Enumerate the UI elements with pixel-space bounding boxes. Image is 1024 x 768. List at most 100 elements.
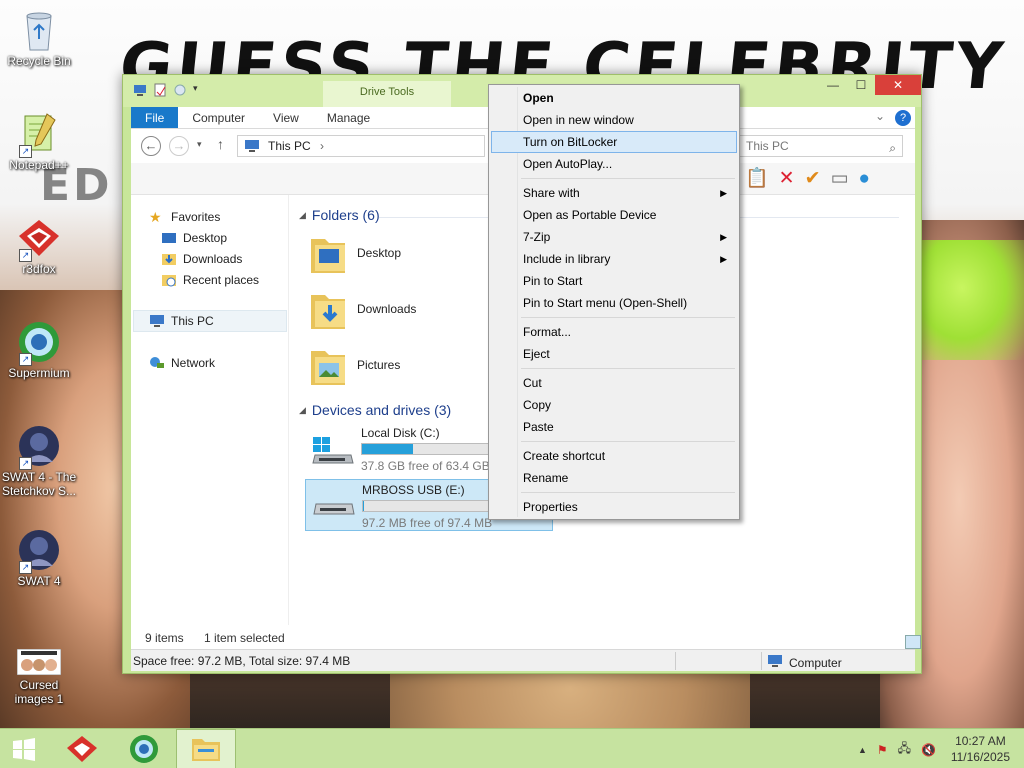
maximize-button[interactable]: ☐ <box>847 75 875 95</box>
star-icon: ★ <box>149 209 162 225</box>
menu-item-properties[interactable]: Properties <box>491 496 737 518</box>
search-placeholder: This PC <box>746 139 789 153</box>
desktop-icon-label: Notepad++ <box>9 158 69 172</box>
menu-item-eject[interactable]: Eject <box>491 343 737 365</box>
properties-icon[interactable] <box>153 83 167 97</box>
nav-this-pc[interactable]: This PC <box>149 311 214 331</box>
menu-item-pin-to-start[interactable]: Pin to Start <box>491 270 737 292</box>
menu-item-label: Include in library <box>523 252 611 266</box>
system-tray: ▲ ⚑ 🖧 🔇 <box>858 739 936 760</box>
drive-name: Local Disk (C:) <box>361 426 440 440</box>
menu-item-7zip[interactable]: 7-Zip ▶ <box>491 226 737 248</box>
menu-item-turn-on-bitlocker[interactable]: Turn on BitLocker <box>491 131 737 153</box>
minimize-button[interactable]: — <box>819 75 847 95</box>
volume-muted-icon[interactable]: 🔇 <box>921 743 936 757</box>
group-title: Folders (6) <box>311 207 380 223</box>
nav-desktop[interactable]: Desktop <box>161 228 227 248</box>
expand-ribbon-chevron-icon[interactable]: ⌄ <box>875 109 885 123</box>
search-input[interactable]: This PC ⌕ <box>739 135 903 157</box>
swat4-icon: ↗ <box>17 528 61 574</box>
shortcut-arrow-icon: ↗ <box>19 249 32 262</box>
ie-globe-icon[interactable]: ● <box>858 169 869 189</box>
back-button[interactable]: ← <box>141 136 161 156</box>
up-arrow-icon[interactable]: ↑ <box>217 136 224 152</box>
tab-manage[interactable]: Manage <box>313 107 384 128</box>
close-button[interactable]: ✕ <box>875 75 921 95</box>
desktop-icon-cursed-images[interactable]: Cursed images 1 <box>0 648 78 706</box>
file-explorer-taskbar-button[interactable] <box>176 729 236 768</box>
tab-computer[interactable]: Computer <box>178 107 259 128</box>
desktop-icon-swat4[interactable]: ↗ SWAT 4 <box>0 528 78 588</box>
r3dfox-taskbar-button[interactable] <box>52 729 112 768</box>
new-folder-icon[interactable] <box>173 83 187 97</box>
address-box[interactable]: This PC › <box>237 135 485 157</box>
menu-item-open-portable-device[interactable]: Open as Portable Device <box>491 204 737 226</box>
checkmark-icon[interactable]: ✔ <box>805 169 821 189</box>
desktop-icon-supermium[interactable]: ↗ Supermium <box>0 320 78 380</box>
context-menu: Open Open in new window Turn on BitLocke… <box>488 84 740 520</box>
menu-separator <box>521 492 735 493</box>
folders-group-header[interactable]: ◢ Folders (6) <box>299 207 380 223</box>
menu-item-copy[interactable]: Copy <box>491 394 737 416</box>
menu-item-cut[interactable]: Cut <box>491 372 737 394</box>
menu-item-rename[interactable]: Rename <box>491 467 737 489</box>
menu-item-pin-to-start-open-shell[interactable]: Pin to Start menu (Open-Shell) <box>491 292 737 314</box>
nav-label: Downloads <box>183 252 243 266</box>
menu-item-create-shortcut[interactable]: Create shortcut <box>491 445 737 467</box>
address-chevron-icon[interactable]: › <box>320 139 324 153</box>
menu-item-format[interactable]: Format... <box>491 321 737 343</box>
folder-label: Desktop <box>357 246 402 260</box>
show-hidden-icons-chevron-icon[interactable]: ▲ <box>858 745 867 755</box>
menu-separator <box>521 178 735 179</box>
menu-item-paste[interactable]: Paste <box>491 416 737 438</box>
help-icon[interactable]: ? <box>895 110 911 126</box>
menu-item-share-with[interactable]: Share with ▶ <box>491 182 737 204</box>
menu-item-open[interactable]: Open <box>491 87 737 109</box>
item-status-bar: 9 items 1 item selected <box>131 625 921 649</box>
recent-locations-dropdown-icon[interactable]: ▾ <box>197 139 202 150</box>
nav-downloads[interactable]: Downloads <box>161 249 242 269</box>
desktop-icon-swat4-expansion[interactable]: ↗ SWAT 4 - The Stetchkov S... <box>0 424 78 498</box>
supermium-taskbar-button[interactable] <box>114 729 174 768</box>
system-clock[interactable]: 10:27 AM 11/16/2025 <box>951 733 1010 765</box>
drive-usage-bar <box>362 500 490 512</box>
menu-item-open-autoplay[interactable]: Open AutoPlay... <box>491 153 737 175</box>
menu-separator <box>521 317 735 318</box>
collapse-triangle-icon[interactable]: ◢ <box>299 405 306 416</box>
delete-icon[interactable]: ✕ <box>779 169 795 189</box>
shortcut-arrow-icon: ↗ <box>19 457 32 470</box>
menu-item-label: 7-Zip <box>523 230 551 244</box>
customize-qat-dropdown-icon[interactable]: ▾ <box>193 83 207 97</box>
menu-item-include-in-library[interactable]: Include in library ▶ <box>491 248 737 270</box>
nav-recent-places[interactable]: Recent places <box>161 270 259 290</box>
folder-pictures[interactable]: Pictures <box>309 343 400 387</box>
nav-network[interactable]: Network <box>149 353 215 373</box>
start-button[interactable] <box>0 729 48 768</box>
tab-view[interactable]: View <box>259 107 313 128</box>
search-icon[interactable]: ⌕ <box>889 138 896 158</box>
submenu-arrow-icon: ▶ <box>720 188 727 198</box>
desktop-icon-recycle-bin[interactable]: Recycle Bin <box>0 8 78 68</box>
desktop-icon-notepad-plus[interactable]: ↗ Notepad++ <box>0 112 78 172</box>
network-icon[interactable]: 🖧 <box>898 739 911 760</box>
nav-favorites[interactable]: ★ Favorites <box>149 207 220 227</box>
desktop-icon-r3dfox[interactable]: ↗ r3dfox <box>0 216 78 276</box>
action-center-flag-icon[interactable]: ⚑ <box>877 743 888 757</box>
notepad-plus-icon: ↗ <box>17 112 61 158</box>
forward-button[interactable]: → <box>169 136 189 156</box>
folder-desktop[interactable]: Desktop <box>309 231 401 275</box>
large-icons-view-icon[interactable] <box>905 635 921 649</box>
details-status-bar: Space free: 97.2 MB, Total size: 97.4 MB… <box>131 649 915 671</box>
menu-item-open-new-window[interactable]: Open in new window <box>491 109 737 131</box>
folder-downloads[interactable]: Downloads <box>309 287 416 331</box>
devices-group-header[interactable]: ◢ Devices and drives (3) <box>299 402 451 418</box>
recent-places-icon <box>161 273 177 287</box>
menu-separator <box>521 441 735 442</box>
collapse-triangle-icon[interactable]: ◢ <box>299 210 306 221</box>
drive-tools-contextual-tab: Drive Tools <box>323 81 451 107</box>
window-controls: — ☐ ✕ <box>819 75 921 95</box>
properties-sheet-icon[interactable]: ▭ <box>831 169 849 189</box>
tab-file[interactable]: File <box>131 107 179 128</box>
recycle-bin-icon <box>17 8 61 52</box>
paste-icon[interactable]: 📋 <box>745 169 769 189</box>
